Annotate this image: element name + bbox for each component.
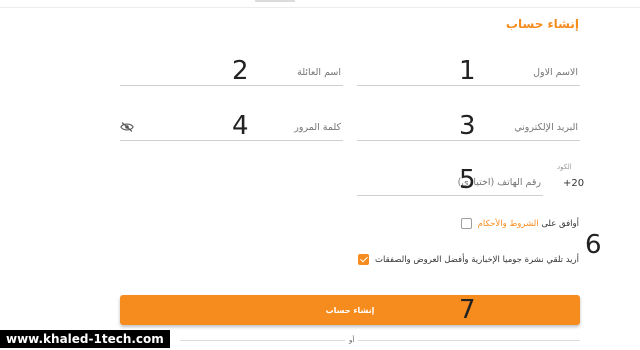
password-label: كلمة المرور — [294, 122, 341, 133]
terms-row: أوافق على الشروط والأحكام — [460, 218, 579, 229]
annotation-number-3: 3 — [459, 111, 476, 141]
terms-prefix: أوافق على — [538, 218, 579, 229]
annotation-number-5: 5 — [459, 165, 476, 195]
newsletter-row: أريد تلقي نشرة جوميا الإخبارية وأفضل الع… — [358, 254, 579, 265]
country-code-label: الكود — [557, 163, 572, 171]
or-divider-text: أو — [345, 336, 359, 344]
last-name-label: اسم العائلة — [297, 67, 341, 78]
terms-link[interactable]: الشروط والأحكام — [478, 219, 539, 229]
top-tab-indicator — [255, 0, 295, 2]
annotation-number-7: 7 — [459, 295, 476, 325]
top-divider — [0, 7, 640, 8]
first-name-label: الاسم الاول — [533, 67, 578, 78]
annotation-number-2: 2 — [232, 56, 249, 86]
terms-text: أوافق على الشروط والأحكام — [478, 219, 579, 229]
form-title: إنشاء حساب — [505, 17, 579, 31]
newsletter-text: أريد تلقي نشرة جوميا الإخبارية وأفضل الع… — [375, 254, 579, 265]
annotation-number-4: 4 — [232, 111, 249, 141]
newsletter-checkbox[interactable] — [358, 254, 370, 265]
phone-field[interactable]: رقم الهاتف (اختياري) — [357, 166, 543, 196]
create-account-button[interactable]: إنشاء حساب — [120, 295, 580, 325]
or-divider — [180, 340, 580, 341]
email-label: البريد الإلكتروني — [514, 122, 578, 133]
eye-off-icon[interactable] — [120, 122, 134, 132]
country-code-value[interactable]: +20 — [563, 178, 584, 189]
annotation-number-6: 6 — [585, 230, 602, 260]
annotation-number-1: 1 — [459, 56, 476, 86]
terms-checkbox[interactable] — [460, 218, 472, 229]
site-watermark: www.khaled-1tech.com — [0, 330, 170, 348]
